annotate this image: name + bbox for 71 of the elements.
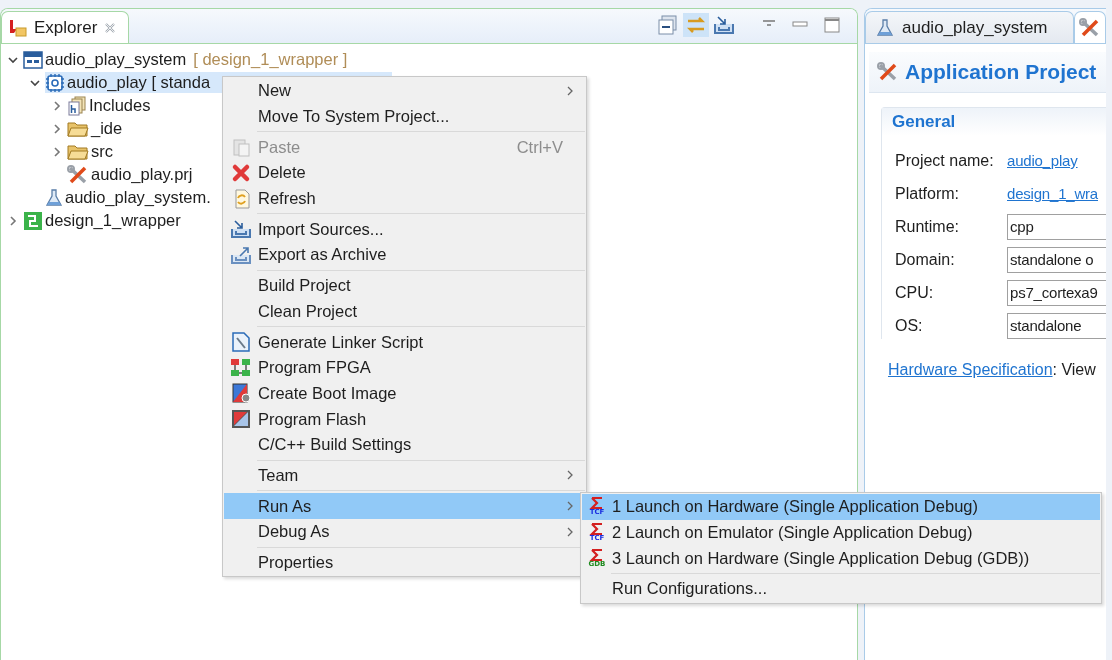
value-link[interactable]: design_1_wra (1007, 181, 1106, 207)
import-icon (230, 219, 252, 240)
clipboard-icon (231, 137, 251, 158)
field-label: Domain: (895, 251, 956, 269)
editor-tab[interactable] (1074, 11, 1106, 43)
delete-icon (231, 162, 251, 183)
chevron-right-icon[interactable] (7, 214, 19, 227)
menu-item[interactable]: Run Configurations... (582, 576, 1100, 602)
fpga-icon (230, 357, 252, 378)
menu-item[interactable]: Export as Archive (224, 242, 585, 268)
value-field[interactable]: standalone (1007, 313, 1106, 339)
value-field[interactable]: cpp (1007, 214, 1106, 240)
menu-item[interactable]: Program FPGA (224, 354, 585, 381)
field-label: Runtime: (895, 218, 961, 236)
export-icon (230, 244, 252, 265)
tree-item[interactable]: Includes (67, 95, 153, 116)
linker-script-icon (231, 332, 251, 353)
collapse-all-icon[interactable] (657, 14, 679, 36)
editor-tab[interactable]: audio_play_system (865, 11, 1074, 43)
window-icon (23, 49, 43, 70)
sigma-icon (589, 548, 605, 561)
menu-item[interactable]: Program Flash (224, 406, 585, 432)
platform-icon (23, 210, 43, 231)
flask-icon (45, 187, 63, 208)
tab-title: Explorer (34, 17, 98, 38)
sigma-icon (589, 523, 605, 536)
editor-title: Application Project (905, 60, 1097, 84)
boot-image-icon (231, 383, 251, 404)
field-label: CPU: (895, 284, 935, 302)
tree-item[interactable]: audio_play_system [ design_1_wrapper ] (23, 49, 350, 70)
explorer-icon (8, 17, 28, 38)
maximize-icon[interactable] (823, 16, 841, 34)
value-field[interactable]: ps7_cortexa9 (1007, 280, 1106, 306)
field-label: OS: (895, 317, 924, 335)
chevron-right-icon[interactable] (51, 99, 63, 112)
tree-item[interactable]: audio_play_system. (45, 187, 213, 208)
import-icon[interactable] (713, 14, 735, 36)
tree-item[interactable]: design_1_wrapper (23, 210, 183, 231)
header-files-icon (67, 95, 87, 116)
hardware-spec-link[interactable]: Hardware Specification (888, 361, 1053, 379)
folder-icon (67, 142, 89, 161)
menu-item[interactable]: Create Boot Image (224, 380, 585, 407)
tools-icon (67, 164, 89, 185)
folder-icon (67, 119, 89, 138)
footer-text: : View (1052, 361, 1096, 379)
flash-icon (231, 409, 251, 430)
explorer-tab[interactable]: Explorer (1, 11, 129, 43)
flask-icon (876, 17, 894, 38)
value-field[interactable]: standalone o (1007, 247, 1106, 273)
menu-item[interactable]: Clean Project (224, 298, 585, 325)
tools-icon (877, 62, 899, 82)
tree-item[interactable]: _ide (67, 118, 125, 139)
tree-item-suffix: [ design_1_wrapper ] (193, 50, 348, 69)
chevron-right-icon[interactable] (51, 122, 63, 135)
menu-item[interactable]: Generate Linker Script (224, 329, 585, 355)
menu-item[interactable]: Move To System Project... (224, 103, 585, 130)
menu-item[interactable]: Import Sources... (224, 216, 585, 243)
menu-item[interactable]: Delete (224, 160, 585, 186)
tools-icon (1079, 17, 1101, 38)
value-link[interactable]: audio_play (1007, 148, 1106, 174)
tree-item[interactable]: src (67, 141, 115, 162)
menu-item[interactable]: C/C++ Build Settings (224, 431, 585, 458)
sigma-icon (589, 497, 605, 510)
tree-item[interactable]: audio_play.prj (67, 164, 195, 185)
field-label: Project name: (895, 152, 995, 170)
chevron-right-icon[interactable] (51, 145, 63, 158)
menu-item[interactable]: Refresh (224, 185, 585, 212)
menu-item[interactable]: Build Project (224, 272, 585, 299)
field-label: Platform: (895, 185, 960, 203)
menu-item[interactable]: Team (224, 462, 585, 489)
chip-icon (45, 72, 65, 93)
